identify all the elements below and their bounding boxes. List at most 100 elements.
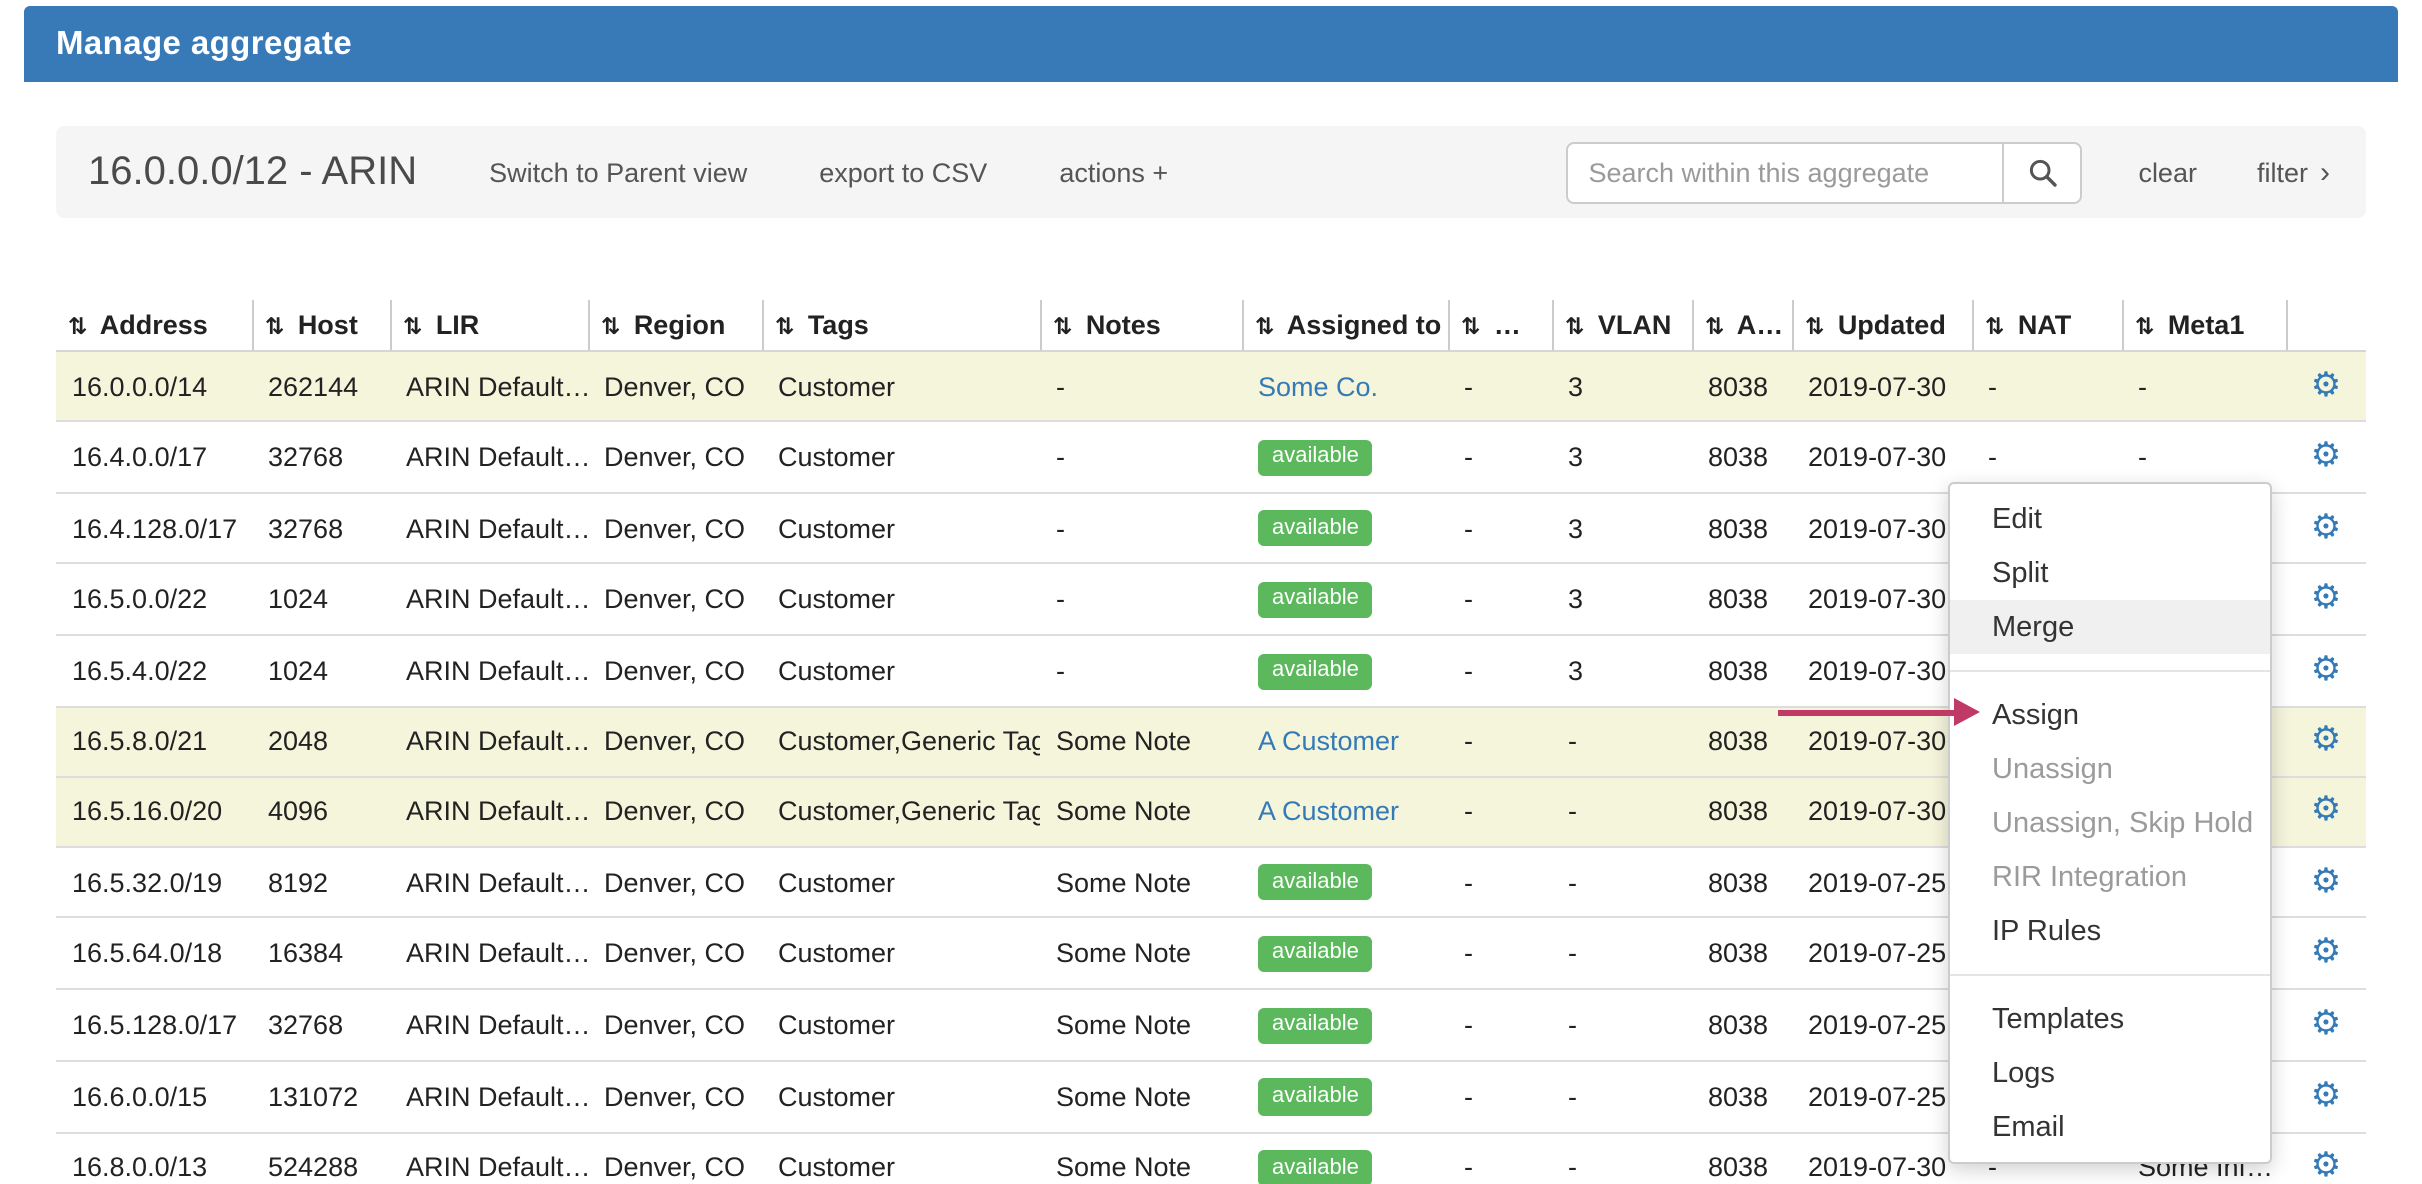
clear-link[interactable]: clear bbox=[2138, 157, 2197, 187]
column-header-vlan[interactable]: ⇅ VLAN bbox=[1552, 300, 1692, 351]
filter-link[interactable]: filter› bbox=[2257, 155, 2330, 189]
column-header-assigned[interactable]: ⇅ Assigned to bbox=[1242, 300, 1448, 351]
cell-host: 1024 bbox=[252, 564, 390, 635]
cell-col8: - bbox=[1448, 777, 1552, 847]
cell-tags: Customer,Generic Tag bbox=[762, 777, 1040, 847]
assigned-customer-link[interactable]: Some Co. bbox=[1258, 371, 1378, 401]
assigned-customer-link[interactable]: A Customer bbox=[1258, 727, 1399, 757]
cell-updated: 2019-07-30 bbox=[1792, 351, 1972, 421]
actions-menu-link[interactable]: actions + bbox=[1059, 157, 1168, 187]
cell-updated: 2019-07-30 bbox=[1792, 635, 1972, 706]
row-settings-gear-icon[interactable]: ⚙ bbox=[2311, 436, 2342, 476]
switch-parent-view-link[interactable]: Switch to Parent view bbox=[489, 157, 747, 187]
cell-address: 16.4.0.0/17 bbox=[56, 421, 252, 492]
menu-divider bbox=[1950, 670, 2270, 672]
cell-host: 32768 bbox=[252, 989, 390, 1060]
cell-lir: ARIN Default… bbox=[390, 564, 588, 635]
cell-actions: ⚙ bbox=[2286, 989, 2366, 1060]
cell-col8: - bbox=[1448, 918, 1552, 989]
available-badge: available bbox=[1258, 510, 1373, 546]
column-header-notes[interactable]: ⇅ Notes bbox=[1040, 300, 1242, 351]
column-header-updated[interactable]: ⇅ Updated bbox=[1792, 300, 1972, 351]
cell-tags: Customer bbox=[762, 1061, 1040, 1132]
sort-icon: ⇅ bbox=[1985, 312, 2004, 340]
cell-address: 16.0.0.0/14 bbox=[56, 351, 252, 421]
cell-col8: - bbox=[1448, 1061, 1552, 1132]
row-settings-gear-icon[interactable]: ⚙ bbox=[2311, 721, 2342, 761]
column-header-col8[interactable]: ⇅ … bbox=[1448, 300, 1552, 351]
export-csv-link[interactable]: export to CSV bbox=[819, 157, 987, 187]
menu-item-edit[interactable]: Edit bbox=[1950, 492, 2270, 546]
menu-item-email[interactable]: Email bbox=[1950, 1100, 2270, 1154]
available-badge: available bbox=[1258, 653, 1373, 689]
cell-col10: 8038 bbox=[1692, 847, 1792, 918]
row-settings-gear-icon[interactable]: ⚙ bbox=[2311, 507, 2342, 547]
panel-header: Manage aggregate bbox=[24, 6, 2398, 82]
cell-updated: 2019-07-30 bbox=[1792, 707, 1972, 777]
cell-region: Denver, CO bbox=[588, 564, 762, 635]
cell-assigned: available bbox=[1242, 564, 1448, 635]
column-header-address[interactable]: ⇅ Address bbox=[56, 300, 252, 351]
row-settings-gear-icon[interactable]: ⚙ bbox=[2311, 365, 2342, 405]
sort-icon: ⇅ bbox=[1805, 312, 1824, 340]
available-badge: available bbox=[1258, 582, 1373, 618]
cell-address: 16.5.16.0/20 bbox=[56, 777, 252, 847]
assigned-customer-link[interactable]: A Customer bbox=[1258, 797, 1399, 827]
menu-item-assign[interactable]: Assign bbox=[1950, 688, 2270, 742]
cell-col10: 8038 bbox=[1692, 564, 1792, 635]
cell-host: 262144 bbox=[252, 351, 390, 421]
row-settings-gear-icon[interactable]: ⚙ bbox=[2311, 578, 2342, 618]
cell-actions: ⚙ bbox=[2286, 351, 2366, 421]
row-settings-gear-icon[interactable]: ⚙ bbox=[2311, 791, 2342, 831]
cell-host: 131072 bbox=[252, 1061, 390, 1132]
sort-icon: ⇅ bbox=[1053, 312, 1072, 340]
column-label: Tags bbox=[808, 310, 869, 340]
cell-col10: 8038 bbox=[1692, 421, 1792, 492]
row-settings-gear-icon[interactable]: ⚙ bbox=[2311, 861, 2342, 901]
column-header-region[interactable]: ⇅ Region bbox=[588, 300, 762, 351]
row-settings-gear-icon[interactable]: ⚙ bbox=[2311, 1147, 2342, 1184]
sort-icon: ⇅ bbox=[601, 312, 620, 340]
cell-actions: ⚙ bbox=[2286, 777, 2366, 847]
menu-item-logs[interactable]: Logs bbox=[1950, 1046, 2270, 1100]
column-header-col10[interactable]: ⇅ A… bbox=[1692, 300, 1792, 351]
toolbar: 16.0.0.0/12 - ARIN Switch to Parent view… bbox=[56, 126, 2366, 218]
column-header-meta1[interactable]: ⇅ Meta1 bbox=[2122, 300, 2286, 351]
menu-item-merge[interactable]: Merge bbox=[1950, 600, 2270, 654]
cell-vlan: - bbox=[1552, 1061, 1692, 1132]
cell-lir: ARIN Default… bbox=[390, 635, 588, 706]
cell-actions: ⚙ bbox=[2286, 492, 2366, 563]
cell-region: Denver, CO bbox=[588, 989, 762, 1060]
cell-col10: 8038 bbox=[1692, 707, 1792, 777]
menu-item-templates[interactable]: Templates bbox=[1950, 992, 2270, 1046]
menu-item-ip-rules[interactable]: IP Rules bbox=[1950, 904, 2270, 958]
cell-updated: 2019-07-30 bbox=[1792, 421, 1972, 492]
cell-actions: ⚙ bbox=[2286, 421, 2366, 492]
menu-item-split[interactable]: Split bbox=[1950, 546, 2270, 600]
chevron-right-icon: › bbox=[2320, 155, 2330, 189]
cell-notes: Some Note bbox=[1040, 1132, 1242, 1184]
row-settings-gear-icon[interactable]: ⚙ bbox=[2311, 1075, 2342, 1115]
column-label: Host bbox=[298, 310, 358, 340]
sort-icon: ⇅ bbox=[2135, 312, 2154, 340]
column-label: Updated bbox=[1838, 310, 1946, 340]
column-header-lir[interactable]: ⇅ LIR bbox=[390, 300, 588, 351]
search-input[interactable] bbox=[1566, 141, 2002, 203]
cell-col8: - bbox=[1448, 707, 1552, 777]
column-header-host[interactable]: ⇅ Host bbox=[252, 300, 390, 351]
cell-region: Denver, CO bbox=[588, 847, 762, 918]
cell-region: Denver, CO bbox=[588, 707, 762, 777]
column-label: VLAN bbox=[1598, 310, 1672, 340]
cell-address: 16.5.32.0/19 bbox=[56, 847, 252, 918]
row-settings-gear-icon[interactable]: ⚙ bbox=[2311, 1004, 2342, 1044]
column-label: Address bbox=[100, 310, 208, 340]
cell-region: Denver, CO bbox=[588, 351, 762, 421]
search-button[interactable] bbox=[2002, 141, 2082, 203]
cell-assigned: available bbox=[1242, 492, 1448, 563]
column-header-nat[interactable]: ⇅ NAT bbox=[1972, 300, 2122, 351]
column-header-tags[interactable]: ⇅ Tags bbox=[762, 300, 1040, 351]
cell-tags: Customer,Generic Tag bbox=[762, 707, 1040, 777]
row-settings-gear-icon[interactable]: ⚙ bbox=[2311, 933, 2342, 973]
row-settings-gear-icon[interactable]: ⚙ bbox=[2311, 650, 2342, 690]
cell-address: 16.5.8.0/21 bbox=[56, 707, 252, 777]
